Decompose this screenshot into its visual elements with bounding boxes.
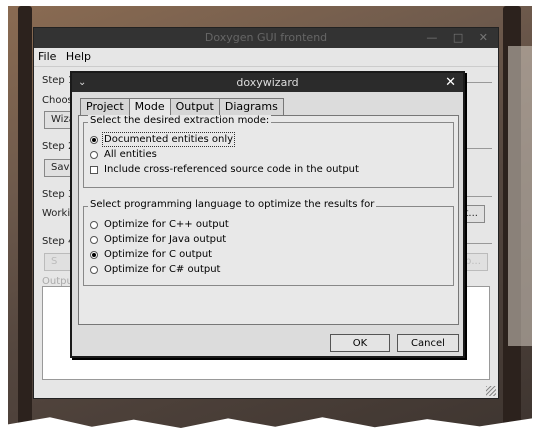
window-menu-icon[interactable]: ⌄ [78,73,86,92]
radio-label: Documented entities only [101,132,236,147]
radio-label: All entities [104,149,157,160]
radio-java[interactable]: Optimize for Java output [90,234,226,245]
doxywizard-dialog: ⌄ doxywizard ✕ Project Mode Output Diagr… [70,71,465,358]
radio-label: Optimize for C# output [104,264,221,275]
checkbox-cross-reference[interactable]: Include cross-referenced source code in … [90,164,359,175]
checkbox-label: Include cross-referenced source code in … [104,164,359,175]
tab-output[interactable]: Output [169,98,220,115]
radio-c[interactable]: Optimize for C output [90,249,212,260]
ok-button[interactable]: OK [330,334,390,352]
radio-icon[interactable] [90,220,98,229]
main-window-title: Doxygen GUI frontend [204,31,328,44]
radio-icon[interactable] [90,150,98,159]
dialog-title: doxywizard [236,76,299,89]
checkbox-icon[interactable] [90,165,98,174]
radio-label: Optimize for Java output [104,234,227,245]
radio-icon[interactable] [90,235,98,244]
radio-icon[interactable] [90,265,98,274]
radio-label: Optimize for C++ output [104,219,229,230]
menu-file[interactable]: File [38,50,56,63]
menu-help[interactable]: Help [66,50,91,63]
language-group-title: Select programming language to optimize … [88,199,377,210]
tab-diagrams[interactable]: Diagrams [218,98,284,115]
tab-bar: Project Mode Output Diagrams [80,98,284,117]
close-icon[interactable]: ✕ [445,73,456,92]
language-group: Select programming language to optimize … [83,199,454,286]
radio-documented-entities[interactable]: Documented entities only [90,132,236,147]
tree-trunk [18,6,32,426]
extraction-group-title: Select the desired extraction mode: [88,115,272,126]
radio-label: Optimize for C output [104,249,213,260]
torn-edge [8,417,532,434]
window-controls-icon[interactable]: — □ ✕ [426,28,494,48]
extraction-mode-group: Select the desired extraction mode: Docu… [83,115,454,188]
dialog-titlebar[interactable]: ⌄ doxywizard ✕ [72,73,463,92]
mode-tab-panel: Select the desired extraction mode: Docu… [78,115,459,325]
radio-cpp[interactable]: Optimize for C++ output [90,219,229,230]
radio-selected-icon[interactable] [90,250,98,259]
choose-label: Choos [42,95,73,106]
radio-csharp[interactable]: Optimize for C# output [90,264,220,275]
cancel-button[interactable]: Cancel [397,334,459,352]
resize-grip-icon[interactable] [486,386,496,396]
radio-all-entities[interactable]: All entities [90,149,157,160]
main-titlebar[interactable]: Doxygen GUI frontend — □ ✕ [34,28,498,48]
radio-selected-icon[interactable] [90,135,98,144]
background-wall [508,46,532,346]
tab-project[interactable]: Project [80,98,130,115]
menubar: File Help [34,48,498,67]
